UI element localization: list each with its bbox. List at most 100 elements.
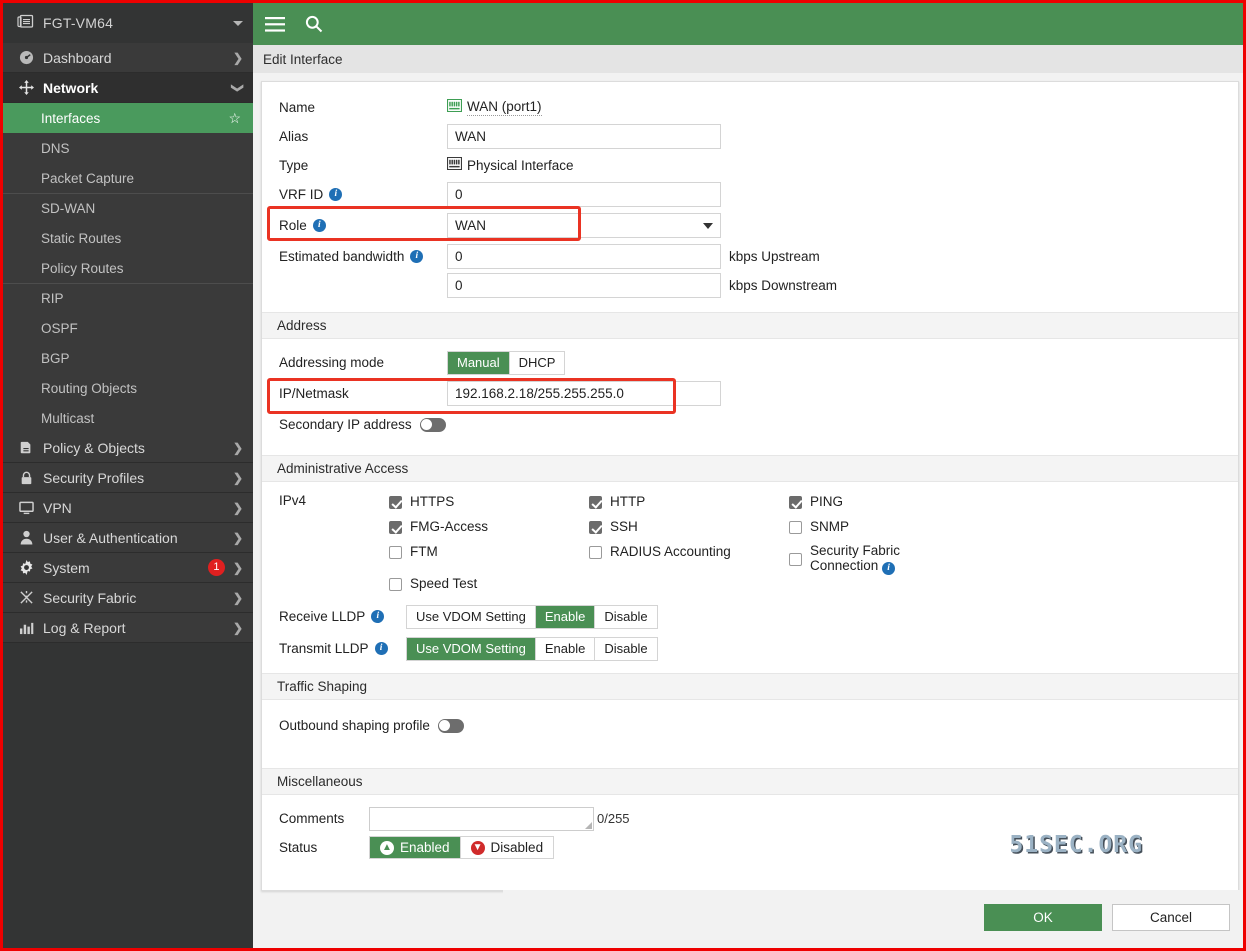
traffic-shaping-group: Outbound shaping profile	[262, 700, 1238, 768]
sidebar-item-policy-routes[interactable]: Policy Routes	[3, 253, 253, 283]
name-label: Name	[279, 100, 316, 115]
sidebar-item-multicast[interactable]: Multicast	[3, 403, 253, 433]
mode-option-dhcp[interactable]: DHCP	[509, 351, 565, 374]
receive-lldp-toggle[interactable]: Use VDOM Setting Enable Disable	[406, 604, 658, 629]
transmit-lldp-option-enable[interactable]: Enable	[535, 637, 596, 660]
status-label: Status	[279, 840, 318, 855]
role-select[interactable]: WAN	[447, 213, 721, 238]
checkbox-fmg-access[interactable]	[389, 521, 402, 534]
checkbox-security-fabric-connection[interactable]	[789, 552, 802, 566]
mode-option-manual[interactable]: Manual	[448, 351, 510, 374]
transmit-lldp-label: Transmit LLDP i	[279, 641, 406, 656]
sidebar-item-routing-objects[interactable]: Routing Objects	[3, 373, 253, 403]
sidebar-item-security-profiles[interactable]: Security Profiles ❯	[3, 463, 253, 493]
status-option-disabled[interactable]: ▼ Disabled	[460, 837, 554, 858]
row-outbound-shaping: Outbound shaping profile	[262, 711, 1238, 740]
gear-icon	[15, 560, 37, 575]
checkbox-row[interactable]: FMG-Access	[389, 518, 589, 543]
alias-input[interactable]: WAN	[447, 124, 721, 149]
sidebar-item-interfaces[interactable]: Interfaces ☆	[3, 103, 253, 133]
checkbox-ftm[interactable]	[389, 546, 402, 559]
sidebar-item-log-report[interactable]: Log & Report ❯	[3, 613, 253, 643]
info-icon[interactable]: i	[329, 188, 343, 201]
sidebar-item-network[interactable]: Network ❯	[3, 73, 253, 103]
checkbox-snmp[interactable]	[789, 521, 802, 534]
checkbox-radius-accounting[interactable]	[589, 546, 602, 559]
checkbox-row[interactable]: PING	[789, 493, 989, 518]
comments-counter: 0/255	[597, 811, 630, 826]
checkbox-row[interactable]: RADIUS Accounting	[589, 543, 789, 575]
ok-button[interactable]: OK	[984, 904, 1102, 931]
status-option-enabled[interactable]: ▲ Enabled	[370, 837, 461, 858]
row-ip-netmask: IP/Netmask 192.168.2.18/255.255.255.0	[262, 377, 1238, 410]
receive-lldp-option-vdom[interactable]: Use VDOM Setting	[407, 605, 536, 628]
comments-textarea[interactable]	[369, 806, 594, 831]
checkbox-ssh[interactable]	[589, 521, 602, 534]
bandwidth-upstream-input[interactable]: 0	[447, 244, 721, 269]
sidebar-subitem-label: OSPF	[41, 320, 78, 336]
checkbox-row[interactable]: Speed Test	[389, 575, 589, 600]
sidebar-item-bgp[interactable]: BGP	[3, 343, 253, 373]
chevron-down-icon[interactable]	[233, 20, 243, 26]
sidebar-item-vpn[interactable]: VPN ❯	[3, 493, 253, 523]
sidebar-item-dashboard[interactable]: Dashboard ❯	[3, 43, 253, 73]
interface-name-value[interactable]: WAN (port1)	[467, 99, 542, 116]
page-title: Edit Interface	[263, 51, 343, 67]
sidebar-item-security-fabric[interactable]: Security Fabric ❯	[3, 583, 253, 613]
admin-access-column-1: HTTPS FMG-Access FTM Speed Test	[389, 493, 589, 600]
receive-lldp-option-enable[interactable]: Enable	[535, 605, 596, 628]
transmit-lldp-option-disable[interactable]: Disable	[595, 637, 657, 660]
ip-netmask-input[interactable]: 192.168.2.18/255.255.255.0	[447, 381, 721, 406]
sidebar-item-policy-objects[interactable]: Policy & Objects ❯	[3, 433, 253, 463]
sidebar-item-user-authentication[interactable]: User & Authentication ❯	[3, 523, 253, 553]
checkbox-row[interactable]: Security Fabric Connection i	[789, 543, 989, 575]
sidebar-item-label: VPN	[43, 499, 72, 516]
checkbox-speed-test[interactable]	[389, 578, 402, 591]
sidebar-subitem-label: Static Routes	[41, 230, 122, 246]
sidebar-subitem-label: BGP	[41, 350, 70, 366]
row-type: Type Physical Interface	[262, 151, 1238, 180]
checkbox-https[interactable]	[389, 496, 402, 509]
info-icon[interactable]: i	[374, 642, 388, 655]
bandwidth-downstream-input[interactable]: 0	[447, 273, 721, 298]
watermark: 51SEC.ORG	[1009, 832, 1143, 858]
transmit-lldp-option-vdom[interactable]: Use VDOM Setting	[407, 637, 536, 660]
estimated-bandwidth-label-text: Estimated bandwidth	[279, 249, 405, 264]
sidebar-item-dns[interactable]: DNS	[3, 133, 253, 163]
receive-lldp-option-disable[interactable]: Disable	[595, 605, 657, 628]
info-icon[interactable]: i	[312, 219, 326, 232]
cancel-button[interactable]: Cancel	[1112, 904, 1230, 931]
checkbox-label: Speed Test	[410, 576, 478, 591]
star-icon[interactable]: ☆	[228, 110, 241, 127]
hamburger-icon[interactable]	[265, 16, 285, 32]
outbound-shaping-toggle[interactable]	[437, 718, 464, 733]
sidebar-item-rip[interactable]: RIP	[3, 283, 253, 313]
info-icon[interactable]: i	[371, 610, 385, 623]
checkbox-ping[interactable]	[789, 496, 802, 509]
checkbox-row[interactable]: HTTP	[589, 493, 789, 518]
checkbox-row[interactable]: SNMP	[789, 518, 989, 543]
checkbox-row[interactable]: HTTPS	[389, 493, 589, 518]
checkbox-row[interactable]: SSH	[589, 518, 789, 543]
search-icon[interactable]	[305, 15, 323, 33]
checkbox-label: PING	[810, 494, 844, 509]
vrf-id-input[interactable]: 0	[447, 182, 721, 207]
comments-label: Comments	[279, 811, 345, 826]
sidebar-brand[interactable]: FGT-VM64	[3, 3, 253, 43]
transmit-lldp-toggle[interactable]: Use VDOM Setting Enable Disable	[406, 636, 658, 661]
bandwidth-downstream-unit: kbps Downstream	[729, 278, 838, 293]
info-icon[interactable]: i	[882, 562, 896, 575]
sidebar-item-static-routes[interactable]: Static Routes	[3, 223, 253, 253]
chevron-right-icon: ❯	[232, 50, 243, 65]
addressing-mode-toggle[interactable]: Manual DHCP	[447, 350, 566, 375]
admin-access-group: IPv4 HTTPS FMG-Access FTM Speed Test HTT…	[262, 482, 1238, 673]
secondary-ip-toggle[interactable]	[419, 417, 446, 432]
sidebar-item-system[interactable]: System 1 ❯	[3, 553, 253, 583]
sidebar-item-packet-capture[interactable]: Packet Capture	[3, 163, 253, 193]
status-toggle[interactable]: ▲ Enabled ▼ Disabled	[369, 836, 555, 859]
checkbox-row[interactable]: FTM	[389, 543, 589, 575]
info-icon[interactable]: i	[410, 250, 424, 263]
sidebar-item-sd-wan[interactable]: SD-WAN	[3, 193, 253, 223]
sidebar-item-ospf[interactable]: OSPF	[3, 313, 253, 343]
checkbox-http[interactable]	[589, 496, 602, 509]
